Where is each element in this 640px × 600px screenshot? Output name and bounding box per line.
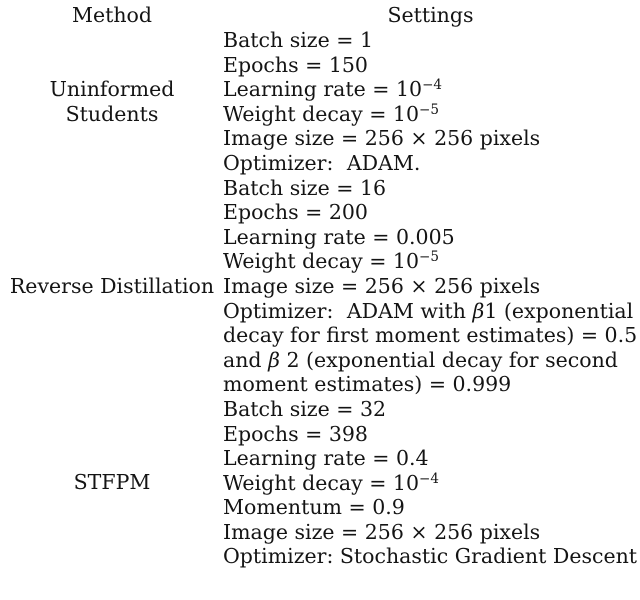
setting-learning-rate: Learning rate = 0.4 bbox=[223, 446, 429, 471]
setting-epochs: Epochs = 200 bbox=[223, 200, 368, 225]
setting-batch-size: Batch size = 1 bbox=[223, 28, 373, 52]
column-header-method: Method bbox=[71, 3, 153, 27]
setting-image-size: Image size = 256 × 256 pixels bbox=[223, 126, 541, 151]
setting-optimizer-beta2-text: 2 (exponential decay for second moment e… bbox=[223, 347, 618, 397]
setting-momentum: Momentum = 0.9 bbox=[223, 495, 405, 520]
settings-list-stfpm: Batch size = 32 Epochs = 398 Learning ra… bbox=[223, 397, 638, 569]
setting-optimizer: Optimizer: Stochastic Gradient Descent bbox=[223, 544, 638, 569]
method-name-stfpm: STFPM bbox=[1, 397, 223, 569]
setting-learning-rate: Learning rate = 10−4 bbox=[223, 77, 638, 102]
setting-image-size: Image size = 256 × 256 pixels bbox=[223, 519, 541, 544]
setting-optimizer-value: ADAM. bbox=[346, 150, 421, 175]
setting-weight-decay: Weight decay = 10−5 bbox=[223, 249, 638, 274]
beta-symbol: β bbox=[472, 298, 485, 323]
setting-optimizer: Optimizer: ADAM. bbox=[223, 151, 638, 176]
setting-optimizer-label: Optimizer: bbox=[223, 298, 334, 323]
column-header-settings: Settings bbox=[387, 3, 474, 27]
setting-weight-decay-text: Weight decay = 10 bbox=[223, 101, 420, 126]
settings-list-reverse-distillation: Batch size = 16 Epochs = 200 Learning ra… bbox=[223, 176, 638, 397]
method-label-line: Students bbox=[65, 101, 159, 126]
table-row: Uninformed Students Batch size = 1 Epoch… bbox=[1, 28, 638, 176]
setting-weight-decay-text: Weight decay = 10 bbox=[223, 249, 420, 274]
setting-optimizer: Optimizer: ADAM with β1 (exponential dec… bbox=[223, 299, 638, 397]
setting-epochs: Epochs = 150 bbox=[223, 52, 368, 77]
setting-weight-decay: Weight decay = 10−4 bbox=[223, 471, 638, 496]
setting-epochs: Epochs = 398 bbox=[223, 421, 368, 446]
method-name-uninformed-students: Uninformed Students bbox=[1, 28, 223, 176]
method-name-reverse-distillation: Reverse Distillation bbox=[1, 176, 223, 397]
setting-batch-size: Batch size = 32 bbox=[223, 396, 387, 421]
setting-image-size: Image size = 256 × 256 pixels bbox=[223, 273, 541, 298]
method-label-line: Reverse Distillation bbox=[9, 273, 215, 298]
table-header-row: Method Settings bbox=[1, 2, 638, 28]
method-label-line: STFPM bbox=[73, 470, 151, 495]
settings-table-container: Method Settings Uninformed Students Batc… bbox=[1, 2, 638, 569]
setting-optimizer-value: ADAM with bbox=[346, 298, 466, 323]
setting-learning-rate: Learning rate = 0.005 bbox=[223, 224, 455, 249]
setting-weight-decay: Weight decay = 10−5 bbox=[223, 102, 638, 127]
setting-learning-rate-text: Learning rate = 10 bbox=[223, 77, 423, 102]
setting-optimizer-label: Optimizer: bbox=[223, 150, 334, 175]
table-row: Reverse Distillation Batch size = 16 Epo… bbox=[1, 176, 638, 397]
beta-symbol: β bbox=[268, 347, 280, 372]
method-label-line: Uninformed bbox=[49, 76, 175, 101]
hyperparameter-settings-table: Method Settings Uninformed Students Batc… bbox=[1, 2, 638, 569]
setting-batch-size: Batch size = 16 bbox=[223, 175, 387, 200]
setting-weight-decay-exponent: −5 bbox=[419, 101, 439, 118]
setting-weight-decay-text: Weight decay = 10 bbox=[223, 470, 420, 495]
setting-weight-decay-exponent: −4 bbox=[419, 470, 439, 487]
setting-weight-decay-exponent: −5 bbox=[419, 249, 439, 266]
table-row: STFPM Batch size = 32 Epochs = 398 Learn… bbox=[1, 397, 638, 569]
settings-list-uninformed-students: Batch size = 1 Epochs = 150 Learning rat… bbox=[223, 28, 638, 176]
setting-learning-rate-exponent: −4 bbox=[422, 77, 442, 94]
